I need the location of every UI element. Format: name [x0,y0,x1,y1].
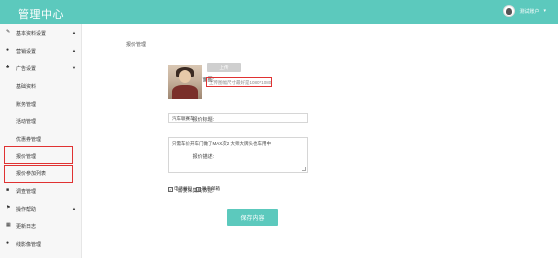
sidebar-subitem-label: 基础资料 [16,84,37,90]
sidebar-item-label: 广告设置 [16,66,37,72]
highlight-box [4,164,73,183]
circle-icon: ● [6,239,10,246]
resize-handle-icon[interactable] [302,167,306,171]
sidebar-item-label: 基本资料设置 [16,31,47,37]
dot-icon: ● [6,46,10,53]
upload-hint: 上传图幅尺寸最好是1080*1080px [206,77,272,87]
sidebar-item-label: 调查管理 [16,189,37,195]
clipboard-icon: ■ [6,187,10,193]
chevron-down-icon: ▼ [72,65,76,70]
sidebar-subitem-activities[interactable]: 活动管理 [0,112,82,130]
user-name[interactable]: 测试账户 [519,8,539,15]
user-menu[interactable]: 测试账户 ▾ [503,5,546,17]
main-content: 报价管理 封面图: 报价标题: 报价描述: 需要采集的数据: [84,24,558,258]
user-avatar-icon [506,7,513,15]
portrait-face [179,70,191,83]
highlight-box [4,145,73,164]
checkmark-icon[interactable]: ✓ [168,186,173,192]
checkbox-email[interactable]: ✓ 联系邮箱 [196,186,220,192]
sidebar-item-basic-settings[interactable]: ✎ 基本资料设置 ▲ [0,24,82,42]
checkmark-icon[interactable]: ✓ [196,186,201,192]
sidebar-subitem-label: 账务管理 [16,101,37,108]
description-textarea[interactable]: 只需车价开车门做了MAX次2 大师大牌头也车用中 [168,137,308,173]
sidebar-item-label: 线影像管理 [16,241,42,248]
sidebar-item-label: 操作帮助 [16,206,37,213]
sidebar: ✎ 基本资料设置 ▲ ● 营销设置 ▲ ♣ 广告设置 ▼ 基础资料 账务管理 活… [0,24,82,258]
sidebar-subitem-label: 活动管理 [16,119,37,125]
sidebar-item-ad-settings[interactable]: ♣ 广告设置 ▼ [0,59,82,77]
chevron-up-icon: ▲ [72,30,76,35]
club-icon: ♣ [6,64,10,70]
description-text: 只需车价开车门做了MAX次2 大师大牌头也车用中 [172,141,272,146]
sidebar-subitem-coupons[interactable]: 优惠券管理 [0,130,82,148]
portrait-body [172,85,198,99]
sidebar-item-survey[interactable]: ■ 调查管理 [0,182,82,200]
chevron-down-icon[interactable]: ▾ [543,8,546,14]
chevron-up-icon: ▲ [72,47,76,53]
top-bar: 管理中心 测试账户 ▾ [0,0,558,24]
sidebar-item-label: 营销设置 [16,48,37,55]
sidebar-item-media[interactable]: ● 线影像管理 [0,235,82,253]
avatar[interactable] [503,5,516,17]
sidebar-subitem-label: 优惠券管理 [16,136,42,143]
app-title: 管理中心 [18,9,64,21]
upload-button[interactable]: 上传 [207,63,241,72]
checkbox-phone-label: 电话号码 [174,186,192,191]
calendar-icon: ▦ [6,222,11,228]
edit-icon: ✎ [6,29,11,35]
sidebar-subitem-accounts[interactable]: 账务管理 [0,95,82,113]
title-input[interactable]: 汽车联赛车 [168,113,308,123]
sidebar-item-help[interactable]: ⚑ 操作帮助 ▲ [0,200,82,218]
sidebar-item-changelog[interactable]: ▦ 更新日志 [0,217,82,235]
checkbox-phone[interactable]: ✓ 电话号码 [168,186,192,192]
save-button[interactable]: 保存内容 [227,209,278,226]
sidebar-item-marketing-settings[interactable]: ● 营销设置 ▲ [0,42,82,60]
flag-icon: ⚑ [6,204,11,211]
sidebar-item-label: 更新日志 [16,224,37,230]
required-data-checkboxes: ✓ 电话号码 ✓ 联系邮箱 [168,186,220,192]
checkbox-email-label: 联系邮箱 [202,186,220,191]
breadcrumb: 报价管理 [126,42,147,48]
cover-image-thumbnail[interactable] [168,65,202,99]
chevron-up-icon: ▲ [72,205,76,211]
sidebar-subitem-basic-info[interactable]: 基础资料 [0,77,82,95]
